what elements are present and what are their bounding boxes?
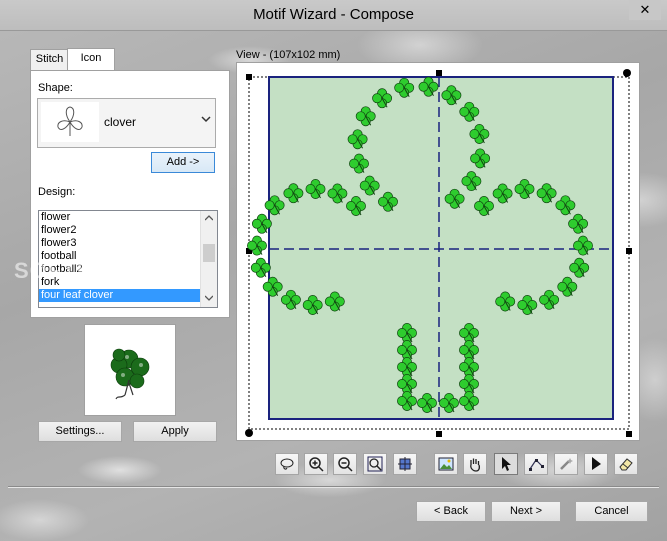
shape-label: Shape: [38,82,73,94]
design-list[interactable]: flower flower2 flower3 football football2 for… [38,210,218,308]
list-item[interactable]: four leaf clover [39,289,217,302]
zoom-selection-icon [398,457,412,471]
apply-button[interactable]: Apply [133,421,217,442]
zoom-out-button[interactable] [333,453,357,475]
background-image-icon [438,457,454,471]
design-label: Design: [38,186,76,198]
zoom-selection-button[interactable] [393,453,417,475]
list-item[interactable]: football2 [39,263,217,276]
wand-button[interactable] [554,453,578,475]
settings-button[interactable]: Settings... [38,421,122,442]
view-label: View - (107x102 mm) [236,49,341,61]
pan-hand-button[interactable] [463,453,487,475]
pointer-button[interactable] [584,453,608,475]
select-arrow-icon [502,457,511,471]
select-arrow-button[interactable] [494,453,518,475]
cancel-button[interactable]: Cancel [575,501,648,522]
next-button[interactable]: Next > [491,501,561,522]
design-list-scrollbar[interactable] [200,211,217,307]
clover-leaf [250,257,271,278]
divider [8,486,659,488]
list-item[interactable]: flower [39,211,217,224]
zoom-fit-button[interactable] [363,453,387,475]
scroll-down-icon [205,295,213,301]
tab-icon[interactable]: Icon [67,48,115,71]
zoom-in-button[interactable] [304,453,328,475]
zoom-in-icon [309,457,324,472]
shape-dropdown-value: clover [104,115,137,129]
pointer-icon [592,457,601,470]
list-item[interactable]: fork [39,276,217,289]
close-button[interactable]: ✕ [629,0,661,20]
lasso-tool[interactable] [275,453,299,475]
view-canvas[interactable] [236,62,640,441]
list-item[interactable]: flower3 [39,237,217,250]
scroll-thumb[interactable] [203,244,215,262]
lasso-icon [280,458,294,470]
back-button[interactable]: < Back [416,501,486,522]
background-image-button[interactable] [434,453,458,475]
close-icon: ✕ [639,2,651,17]
shape-dropdown[interactable]: clover [37,98,216,148]
title-bar: Motif Wizard - Compose ✕ [0,0,667,31]
wand-icon [560,458,573,470]
tab-stitch[interactable]: Stitch [30,49,69,70]
node-edit-button[interactable] [524,453,548,475]
eraser-icon [619,458,633,471]
pan-hand-icon [470,458,481,472]
design-preview [84,324,176,416]
eraser-button[interactable] [614,453,638,475]
scroll-up-icon [205,215,213,221]
chevron-down-icon [201,113,211,127]
design-area [268,76,614,420]
list-item[interactable]: flower2 [39,224,217,237]
node-edit-icon [529,459,544,471]
add-button[interactable]: Add -> [151,152,215,173]
canvas-drawing[interactable] [237,63,639,440]
window-title: Motif Wizard - Compose [253,6,414,23]
shape-preview-clover [41,102,99,142]
list-item[interactable]: football [39,250,217,263]
zoom-fit-icon [367,456,383,472]
zoom-out-icon [338,457,353,472]
